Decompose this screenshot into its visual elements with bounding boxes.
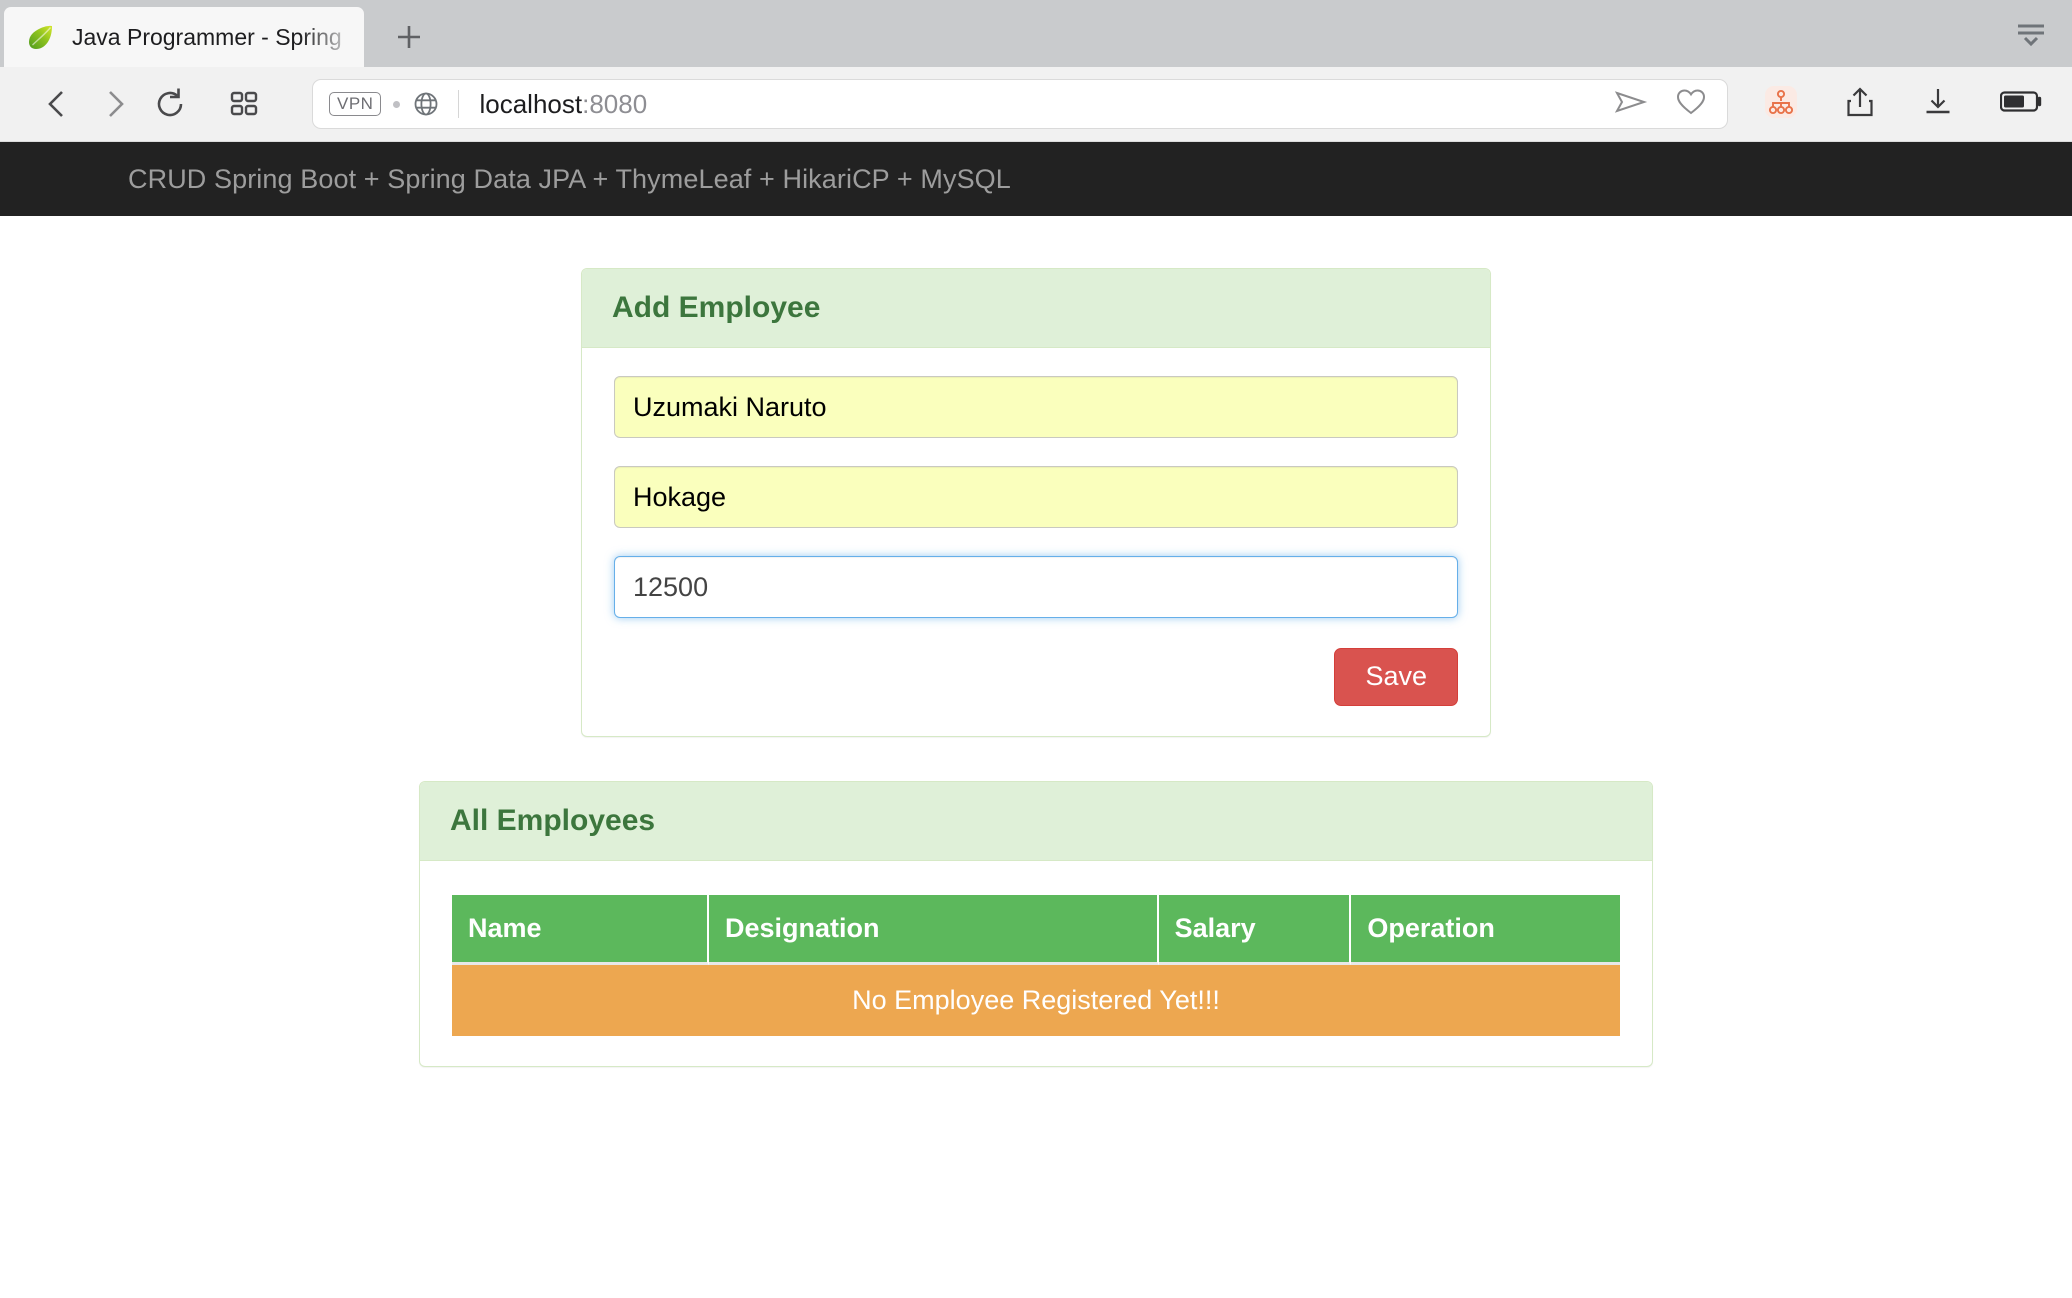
employees-table-body: No Employee Registered Yet!!! — [452, 965, 1620, 1036]
browser-tab-active[interactable]: Java Programmer - Spring Bo — [4, 7, 364, 67]
add-employee-heading: Add Employee — [582, 269, 1490, 348]
employee-designation-input[interactable] — [614, 466, 1458, 528]
add-employee-body: Save — [582, 348, 1490, 736]
navbar-brand: CRUD Spring Boot + Spring Data JPA + Thy… — [128, 164, 1011, 195]
toolbar-extras — [1754, 85, 2050, 124]
address-bar-url: localhost:8080 — [479, 89, 647, 120]
url-host: localhost — [479, 89, 582, 119]
page-viewport: CRUD Spring Boot + Spring Data JPA + Thy… — [0, 142, 2072, 1297]
site-navbar: CRUD Spring Boot + Spring Data JPA + Thy… — [0, 142, 2072, 216]
save-button[interactable]: Save — [1334, 648, 1458, 706]
table-row-empty: No Employee Registered Yet!!! — [452, 965, 1620, 1036]
globe-icon — [412, 90, 440, 118]
share-icon[interactable] — [1844, 85, 1876, 124]
download-icon[interactable] — [1922, 85, 1954, 124]
column-header-name: Name — [452, 895, 709, 965]
reload-button[interactable] — [142, 76, 198, 132]
employee-name-input[interactable] — [614, 376, 1458, 438]
browser-window: Java Programmer - Spring Bo — [0, 0, 2072, 1298]
address-bar[interactable]: VPN localhost:8080 — [312, 79, 1728, 129]
empty-state-message: No Employee Registered Yet!!! — [452, 965, 1620, 1036]
tab-list-icon[interactable] — [2006, 14, 2054, 54]
browser-toolbar: VPN localhost:8080 — [0, 67, 2072, 142]
all-employees-body: Name Designation Salary Operation No Emp… — [420, 861, 1652, 1066]
all-employees-title: All Employees — [450, 804, 1622, 838]
employees-table: Name Designation Salary Operation No Emp… — [452, 895, 1620, 1036]
vpn-badge: VPN — [329, 92, 381, 116]
page-content: Add Employee Save All Employees — [0, 216, 2072, 1067]
vpn-status-dot — [393, 101, 400, 108]
tab-strip: Java Programmer - Spring Bo — [0, 0, 2072, 67]
url-port: :8080 — [582, 89, 647, 119]
new-tab-button[interactable] — [376, 7, 442, 67]
table-header-row: Name Designation Salary Operation — [452, 895, 1620, 965]
employee-salary-input[interactable] — [614, 556, 1458, 618]
spring-leaf-icon — [26, 22, 56, 52]
back-button[interactable] — [30, 76, 86, 132]
add-employee-panel: Add Employee Save — [581, 268, 1491, 737]
add-employee-title: Add Employee — [612, 291, 1460, 325]
battery-icon — [2000, 89, 2044, 120]
grid-view-icon[interactable] — [216, 76, 272, 132]
employees-table-head: Name Designation Salary Operation — [452, 895, 1620, 965]
heart-icon[interactable] — [1675, 87, 1707, 122]
column-header-designation: Designation — [709, 895, 1159, 965]
send-icon[interactable] — [1613, 87, 1649, 122]
browser-tab-title: Java Programmer - Spring Bo — [72, 24, 350, 51]
all-employees-panel: All Employees Name Designation Salary Op… — [419, 781, 1653, 1067]
add-employee-actions: Save — [614, 642, 1458, 706]
sitemap-icon[interactable] — [1764, 85, 1798, 124]
column-header-salary: Salary — [1159, 895, 1352, 965]
column-header-operation: Operation — [1351, 895, 1620, 965]
all-employees-heading: All Employees — [420, 782, 1652, 861]
forward-button[interactable] — [86, 76, 142, 132]
address-bar-divider — [458, 90, 459, 118]
